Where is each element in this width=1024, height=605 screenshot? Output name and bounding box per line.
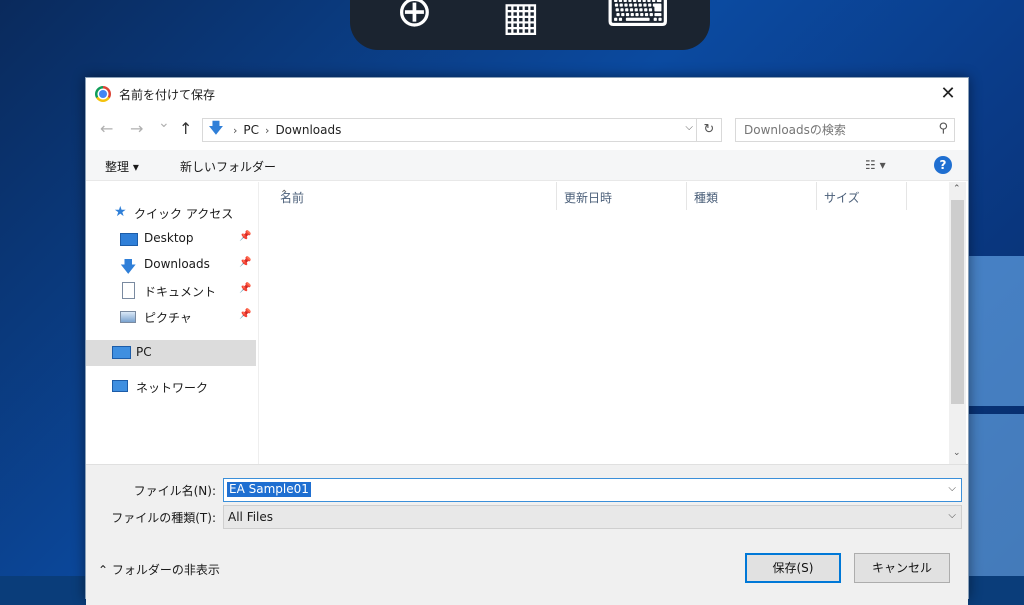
computer-icon	[112, 346, 131, 359]
new-folder-button[interactable]: 新しいフォルダー	[180, 158, 276, 175]
column-header-modified[interactable]: 更新日時	[556, 182, 687, 210]
vertical-scrollbar[interactable]: ⌃ ⌄	[949, 182, 966, 464]
view-options-button[interactable]: ☷ ▾	[865, 158, 886, 172]
cancel-button[interactable]: キャンセル	[854, 553, 950, 583]
help-button[interactable]: ?	[934, 156, 952, 174]
download-icon: 🡇	[120, 257, 137, 276]
filename-label: ファイル名(N):	[133, 484, 216, 498]
column-label: 種類	[694, 191, 719, 205]
pin-icon[interactable]: 📌	[239, 283, 251, 294]
sidebar-item-network[interactable]: ネットワーク	[86, 374, 256, 400]
breadcrumb-downloads[interactable]: Downloads	[275, 123, 341, 137]
file-list[interactable]: 名前 ⌃ 更新日時 種類 サイズ ⌃ ⌄	[260, 182, 966, 464]
remote-toolbar: ⊕ ▦ ⌨	[350, 0, 710, 50]
chrome-icon	[95, 86, 111, 102]
sidebar-item-downloads[interactable]: 🡇 Downloads 📌	[86, 252, 256, 278]
navigation-pane: ★ クイック アクセス Desktop 📌 🡇 Downloads 📌 ドキュメ…	[86, 182, 259, 464]
search-input[interactable]	[742, 121, 926, 139]
title-bar: 名前を付けて保存 ✕	[86, 78, 968, 110]
chevron-down-icon[interactable]: ⌵	[685, 122, 693, 133]
keyboard-icon[interactable]: ⌨	[606, 0, 670, 37]
save-as-dialog: 名前を付けて保存 ✕ ← → ⌄ ↑ 🡇 › PC › Downloads ⌵ …	[85, 77, 969, 605]
column-header-type[interactable]: 種類	[686, 182, 817, 210]
organize-button[interactable]: 整理 ▾	[105, 158, 139, 175]
save-options-panel: ファイル名(N): EA Sample01 ⌵ ファイルの種類(T): All …	[86, 464, 968, 605]
column-label: 更新日時	[564, 191, 613, 205]
windows-logo-pane	[968, 256, 1024, 406]
pin-icon[interactable]: 📌	[239, 231, 251, 242]
dialog-title: 名前を付けて保存	[119, 88, 216, 102]
sidebar-item-label: ドキュメント	[144, 285, 217, 299]
refresh-button[interactable]: ↻	[696, 119, 721, 141]
command-bar: 整理 ▾ 新しいフォルダー ☷ ▾ ?	[86, 150, 968, 181]
document-icon	[122, 282, 135, 299]
navigation-bar: ← → ⌄ ↑ 🡇 › PC › Downloads ⌵ ↻ ⚲	[86, 115, 968, 142]
zoom-icon[interactable]: ⊕	[396, 0, 433, 37]
sort-ascending-icon: ⌃	[280, 189, 289, 200]
save-button[interactable]: 保存(S)	[745, 553, 841, 583]
sidebar-item-documents[interactable]: ドキュメント 📌	[86, 278, 256, 304]
sidebar-item-label: PC	[136, 345, 152, 359]
breadcrumb-separator: ›	[233, 123, 238, 137]
download-arrow-icon: 🡇	[208, 118, 224, 137]
back-button[interactable]: ←	[100, 119, 113, 138]
sidebar-item-label: ピクチャ	[144, 311, 192, 325]
scroll-up-icon[interactable]: ⌃	[953, 184, 961, 194]
hide-folders-toggle[interactable]: ⌃ フォルダーの非表示	[98, 561, 220, 578]
breadcrumb-separator: ›	[265, 123, 270, 137]
picture-icon	[120, 311, 136, 323]
network-icon	[112, 380, 128, 392]
column-label: サイズ	[824, 191, 860, 205]
up-button[interactable]: ↑	[179, 119, 192, 138]
search-box[interactable]: ⚲	[735, 118, 955, 142]
column-header-name[interactable]: 名前 ⌃	[272, 182, 557, 210]
filetype-value: All Files	[228, 510, 274, 524]
column-header-size[interactable]: サイズ	[816, 182, 907, 210]
sidebar-item-pictures[interactable]: ピクチャ 📌	[86, 304, 256, 330]
desktop-icon	[120, 233, 138, 246]
close-button[interactable]: ✕	[928, 78, 968, 110]
filetype-select[interactable]: All Files ⌵	[223, 505, 962, 529]
layout-icon[interactable]: ▦	[502, 0, 540, 40]
chevron-down-icon[interactable]: ⌵	[948, 483, 956, 494]
pin-icon[interactable]: 📌	[239, 309, 251, 320]
filename-value[interactable]: EA Sample01	[227, 482, 311, 497]
scroll-down-icon[interactable]: ⌄	[953, 448, 961, 458]
windows-logo-pane	[968, 414, 1024, 576]
search-icon[interactable]: ⚲	[938, 121, 948, 136]
pin-icon[interactable]: 📌	[239, 257, 251, 268]
star-icon: ★	[114, 204, 127, 220]
address-bar[interactable]: 🡇 › PC › Downloads ⌵ ↻	[202, 118, 722, 142]
scrollbar-thumb[interactable]	[951, 200, 964, 404]
filename-field[interactable]: EA Sample01 ⌵	[223, 478, 962, 502]
sidebar-item-label: Downloads	[144, 257, 210, 271]
sidebar-item-pc[interactable]: PC	[86, 340, 256, 366]
forward-button[interactable]: →	[130, 119, 143, 138]
sidebar-item-label: クイック アクセス	[134, 207, 234, 221]
breadcrumb-pc[interactable]: PC	[243, 123, 259, 137]
sidebar-item-label: Desktop	[144, 231, 194, 245]
sidebar-item-quick-access[interactable]: ★ クイック アクセス	[86, 200, 256, 226]
recent-locations-button[interactable]: ⌄	[158, 115, 170, 131]
chevron-down-icon[interactable]: ⌵	[948, 510, 956, 521]
filetype-label: ファイルの種類(T):	[111, 511, 216, 525]
sidebar-item-label: ネットワーク	[136, 381, 209, 395]
sidebar-item-desktop[interactable]: Desktop 📌	[86, 226, 256, 252]
